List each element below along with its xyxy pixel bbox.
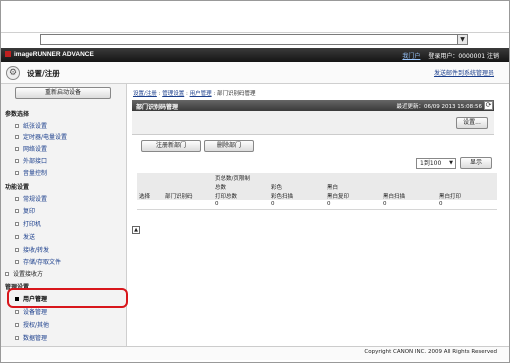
bullet-icon xyxy=(15,197,19,201)
back-to-top-icon[interactable]: ▲ xyxy=(132,226,140,234)
color-header: 彩色 xyxy=(269,182,325,191)
breadcrumb: 设置/注册 : 管理设置 : 用户管理 : 部门识别码管理 xyxy=(133,91,256,97)
address-dropdown-button[interactable]: ▼ xyxy=(457,35,467,44)
browser-toolbar xyxy=(0,0,510,33)
sidebar-item-data-management[interactable]: 数据管理 xyxy=(15,333,47,342)
column-header: 部门识别码 xyxy=(163,191,213,200)
sidebar-item-general[interactable]: 常规设置 xyxy=(15,194,47,203)
department-table: 页总数/页限制 总数 彩色 黑白 选择 部门识别码 打印总数 彩色扫描 黑白复印… xyxy=(137,173,497,210)
bullet-icon xyxy=(15,248,19,252)
bw-copy-cell: 0 xyxy=(327,201,331,208)
bullet-icon xyxy=(15,323,19,327)
login-user-text[interactable]: 登录用户：0000001 注销 xyxy=(428,53,499,60)
settings-button[interactable]: 设置... xyxy=(456,117,488,129)
address-bar[interactable]: ▼ xyxy=(40,34,468,45)
delete-department-button[interactable]: 删除部门 xyxy=(204,140,254,152)
chevron-down-icon: ▼ xyxy=(449,160,453,166)
bullet-icon xyxy=(15,159,19,163)
bullet-icon xyxy=(15,310,19,314)
page-header: ⚙ 设置/注册 发送邮件到系统管理员 xyxy=(1,62,509,84)
bullet-icon xyxy=(5,272,9,276)
sidebar-item-printer[interactable]: 打印机 xyxy=(15,219,41,228)
bw-header: 黑白 xyxy=(325,182,497,191)
main-content: 设置/注册 : 管理设置 : 用户管理 : 部门识别码管理 部门识别码管理 最近… xyxy=(128,84,509,346)
bullet-icon xyxy=(15,336,19,340)
bullet-icon xyxy=(15,147,19,151)
bullet-icon xyxy=(15,171,19,175)
copyright-text: Copyright CANON INC. 2009 All Rights Res… xyxy=(364,349,497,355)
breadcrumb-current: 部门识别码管理 xyxy=(216,91,256,97)
bullet-icon xyxy=(15,235,19,239)
display-button[interactable]: 显示 xyxy=(460,157,492,169)
breadcrumb-item[interactable]: 用户管理 xyxy=(190,91,212,97)
highlight-annotation xyxy=(7,288,128,308)
table-header-row: 总数 彩色 黑白 xyxy=(137,182,497,191)
bullet-icon xyxy=(15,124,19,128)
sidebar-item-timer[interactable]: 定时器/电量设置 xyxy=(15,132,67,141)
sidebar-item-volume[interactable]: 音量控制 xyxy=(15,168,47,177)
bullet-icon xyxy=(15,209,19,213)
bullet-icon xyxy=(15,260,19,264)
sidebar-item-receive[interactable]: 接收/转发 xyxy=(15,245,49,254)
settings-panel: 设置... xyxy=(132,111,494,135)
sidebar-item-paper[interactable]: 纸张设置 xyxy=(15,121,47,130)
panel-title: 部门识别码管理 xyxy=(136,104,179,111)
column-header: 黑白复印 xyxy=(325,191,381,200)
page-limit-header: 页总数/页限制 xyxy=(213,173,497,182)
sidebar-item-interface[interactable]: 外部接口 xyxy=(15,156,47,165)
bullet-icon xyxy=(15,135,19,139)
bw-print-cell: 0 xyxy=(439,201,443,208)
user-info: 我门户 登录用户：0000001 注销 xyxy=(402,51,499,60)
page-title: 设置/注册 xyxy=(27,69,60,78)
send-email-link[interactable]: 发送邮件到系统管理员 xyxy=(434,68,494,77)
brand-logo: imageRUNNER ADVANCE xyxy=(5,51,94,58)
column-header: 黑白打印 xyxy=(437,191,497,200)
breadcrumb-item[interactable]: 设置/注册 xyxy=(133,91,157,97)
sidebar-item-license[interactable]: 授权/其他 xyxy=(15,320,49,329)
settings-gear-icon: ⚙ xyxy=(6,66,20,80)
column-header: 黑白扫描 xyxy=(381,191,437,200)
page-range-select[interactable]: 1到100 ▼ xyxy=(416,158,456,169)
breadcrumb-item[interactable]: 管理设置 xyxy=(162,91,184,97)
bullet-icon xyxy=(15,222,19,226)
footer: Copyright CANON INC. 2009 All Rights Res… xyxy=(1,346,509,360)
refresh-icon[interactable]: ⟳ xyxy=(484,101,493,110)
sidebar-item-destination[interactable]: 设置接收方 xyxy=(5,269,43,278)
my-portal-link[interactable]: 我门户 xyxy=(402,53,420,60)
canon-logo-icon xyxy=(5,51,11,57)
column-header: 彩色扫描 xyxy=(269,191,325,200)
sidebar-item-network[interactable]: 网络设置 xyxy=(15,144,47,153)
column-header: 打印总数 xyxy=(213,191,269,200)
restart-device-button[interactable]: 重新启动设备 xyxy=(15,87,111,99)
table-header-row: 页总数/页限制 xyxy=(137,173,497,182)
app-header: imageRUNNER ADVANCE 我门户 登录用户：0000001 注销 xyxy=(1,48,509,62)
sidebar-item-device-management[interactable]: 设备管理 xyxy=(15,307,47,316)
sidebar-item-send[interactable]: 发送 xyxy=(15,232,35,241)
color-scan-cell: 0 xyxy=(271,201,275,208)
table-header-row: 选择 部门识别码 打印总数 彩色扫描 黑白复印 黑白扫描 黑白打印 xyxy=(137,191,497,200)
column-header: 选择 xyxy=(137,191,163,200)
sidebar-item-store[interactable]: 存储/存取文件 xyxy=(15,257,61,266)
table-row: 0 0 0 0 0 xyxy=(137,200,497,209)
total-print-cell: 0 xyxy=(215,201,219,208)
sidebar-item-copy[interactable]: 复印 xyxy=(15,206,35,215)
sidebar-section-functions: 功能设置 xyxy=(5,184,30,191)
register-department-button[interactable]: 注册新部门 xyxy=(141,140,201,152)
sidebar-section-preferences: 参数选择 xyxy=(5,111,30,118)
bw-scan-cell: 0 xyxy=(383,201,387,208)
last-update-text: 最近更新：06/09 2013 15:08:56 xyxy=(396,104,482,110)
panel-title-bar: 部门识别码管理 最近更新：06/09 2013 15:08:56 ⟳ xyxy=(132,100,494,111)
total-header: 总数 xyxy=(213,182,269,191)
